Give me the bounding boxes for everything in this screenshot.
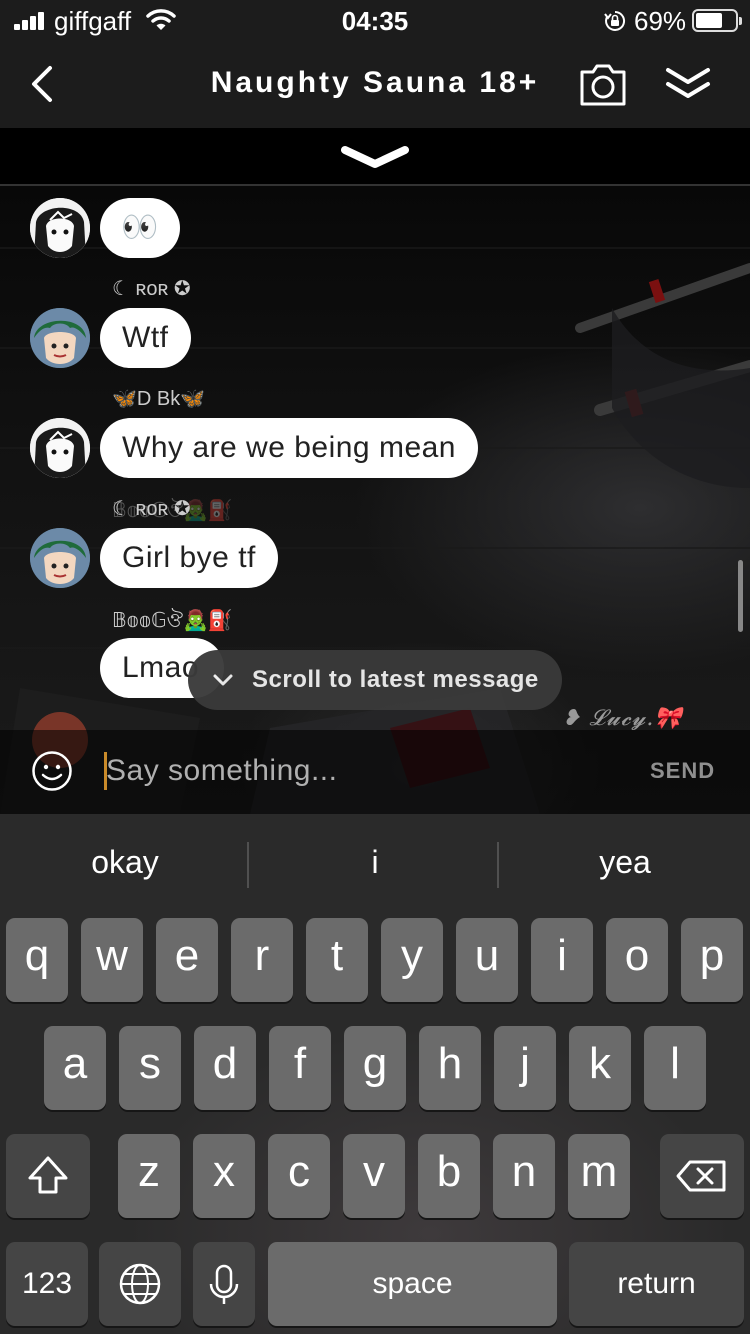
key-z[interactable]: z	[118, 1134, 180, 1218]
key-h[interactable]: h	[419, 1026, 481, 1110]
key-w[interactable]: w	[81, 918, 143, 1002]
key-b[interactable]: b	[418, 1134, 480, 1218]
key-t[interactable]: t	[306, 918, 368, 1002]
sender-name[interactable]: ☾ ʀᴏʀ ✪	[112, 276, 191, 301]
battery-icon	[692, 9, 742, 32]
key-d[interactable]: d	[194, 1026, 256, 1110]
suggestion-divider	[497, 842, 499, 888]
key-j[interactable]: j	[494, 1026, 556, 1110]
chat-messages-area[interactable]: 👀 ☾ ʀᴏʀ ✪ Wtf 🦋D Bk🦋 Why are we being me…	[0, 128, 750, 814]
suggestion-divider	[247, 842, 249, 888]
return-key[interactable]: return	[569, 1242, 744, 1326]
scrollbar-thumb[interactable]	[738, 560, 743, 632]
avatar-manga-girl[interactable]	[30, 198, 90, 258]
dictation-key[interactable]	[193, 1242, 255, 1326]
key-f[interactable]: f	[269, 1026, 331, 1110]
message-bubble[interactable]: Girl bye tf	[100, 528, 278, 588]
pull-down-bar	[0, 128, 750, 186]
chevron-down-icon[interactable]	[339, 142, 411, 172]
sender-name[interactable]: 🦋D Bk🦋	[112, 386, 205, 411]
composer-bar: SEND	[0, 730, 750, 814]
suggestion-3[interactable]: yea	[500, 844, 750, 881]
shift-key[interactable]	[6, 1134, 90, 1218]
battery-level	[696, 13, 723, 28]
key-q[interactable]: q	[6, 918, 68, 1002]
message-bubble[interactable]: Wtf	[100, 308, 191, 368]
keyboard: okay i yea q w e r t y u i o p a s d f g…	[0, 814, 750, 1334]
key-m[interactable]: m	[568, 1134, 630, 1218]
key-o[interactable]: o	[606, 918, 668, 1002]
space-key[interactable]: space	[268, 1242, 557, 1326]
orientation-lock-icon	[604, 10, 626, 31]
battery-percent: 69%	[634, 6, 687, 36]
avatar-green-hair[interactable]	[30, 528, 90, 588]
key-x[interactable]: x	[193, 1134, 255, 1218]
key-y[interactable]: y	[381, 918, 443, 1002]
key-i[interactable]: i	[531, 918, 593, 1002]
key-r[interactable]: r	[231, 918, 293, 1002]
scroll-to-latest-button[interactable]: Scroll to latest message	[188, 650, 562, 710]
chevron-down-icon	[213, 674, 233, 686]
key-n[interactable]: n	[493, 1134, 555, 1218]
key-l[interactable]: l	[644, 1026, 706, 1110]
backspace-key[interactable]	[660, 1134, 744, 1218]
key-v[interactable]: v	[343, 1134, 405, 1218]
scroll-to-latest-label: Scroll to latest message	[252, 666, 539, 693]
suggestion-2[interactable]: i	[250, 844, 500, 881]
smiley-icon[interactable]	[31, 750, 73, 792]
message-bubble[interactable]: Why are we being mean	[100, 418, 478, 478]
backspace-icon	[676, 1160, 726, 1192]
key-e[interactable]: e	[156, 918, 218, 1002]
double-chevron-down-icon[interactable]	[664, 64, 712, 104]
key-s[interactable]: s	[119, 1026, 181, 1110]
suggestion-1[interactable]: okay	[0, 844, 250, 881]
camera-icon[interactable]	[578, 62, 628, 108]
key-p[interactable]: p	[681, 918, 743, 1002]
key-g[interactable]: g	[344, 1026, 406, 1110]
key-a[interactable]: a	[44, 1026, 106, 1110]
globe-key[interactable]	[99, 1242, 181, 1326]
avatar-manga-girl[interactable]	[30, 418, 90, 478]
shift-arrow-icon	[28, 1156, 68, 1194]
message-bubble[interactable]: 👀	[100, 198, 180, 258]
microphone-icon	[209, 1264, 239, 1304]
numbers-key[interactable]: 123	[6, 1242, 88, 1326]
sender-name[interactable]: ☾ ʀᴏʀ ✪	[112, 496, 191, 521]
message-input[interactable]	[106, 748, 606, 794]
globe-icon	[119, 1263, 161, 1305]
key-c[interactable]: c	[268, 1134, 330, 1218]
send-button[interactable]: SEND	[650, 758, 715, 784]
sender-name[interactable]: 𝔹𝕠𝕠𝔾ঔ🧟‍♂️⛽	[112, 606, 233, 639]
sender-name[interactable]: ❥ 𝓛𝓾𝓬𝔂.🎀	[562, 706, 683, 731]
key-u[interactable]: u	[456, 918, 518, 1002]
avatar-green-hair[interactable]	[30, 308, 90, 368]
status-bar: giffgaff 04:35 69%	[0, 0, 750, 42]
key-k[interactable]: k	[569, 1026, 631, 1110]
chat-header: Naughty Sauna 18+	[0, 42, 750, 128]
back-chevron-icon[interactable]	[22, 62, 66, 106]
chat-title[interactable]: Naughty Sauna 18+	[190, 66, 560, 100]
